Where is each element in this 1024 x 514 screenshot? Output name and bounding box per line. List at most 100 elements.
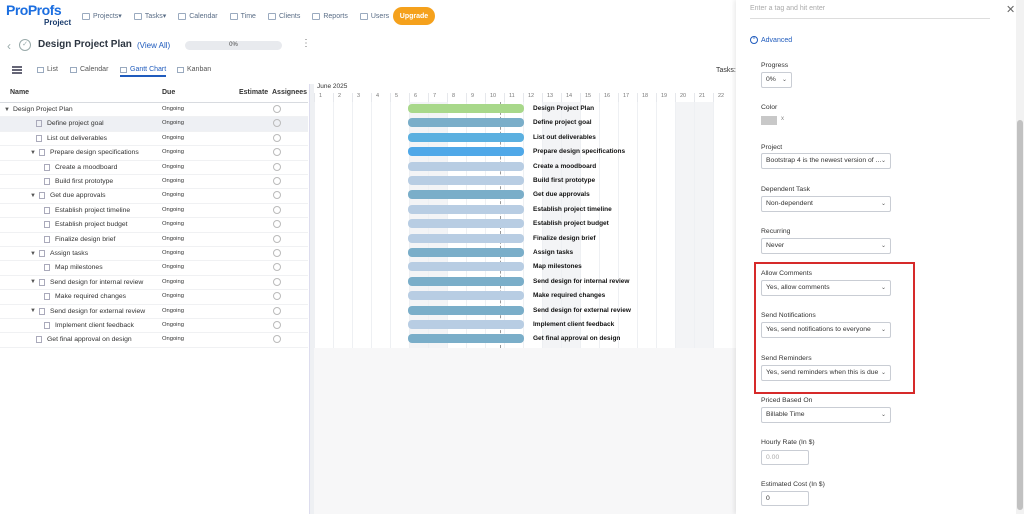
gantt-bar[interactable] bbox=[408, 204, 524, 214]
gantt-bar[interactable] bbox=[408, 233, 524, 243]
tab-kanban[interactable]: Kanban bbox=[177, 66, 211, 73]
collapse-triangle-icon[interactable]: ▼ bbox=[30, 279, 36, 285]
task-name-cell[interactable]: ▼ Send design for external review bbox=[30, 307, 145, 315]
assignee-avatar-icon[interactable] bbox=[273, 205, 281, 214]
gantt-bar[interactable] bbox=[408, 291, 524, 301]
close-icon[interactable]: ✕ bbox=[1006, 3, 1015, 16]
tab-gantt-chart[interactable]: Gantt Chart bbox=[120, 66, 167, 77]
assignee-avatar-icon[interactable] bbox=[273, 191, 281, 200]
nav-users[interactable]: Users bbox=[359, 9, 389, 23]
task-name-cell[interactable]: ▼ Prepare design specifications bbox=[30, 149, 139, 157]
gantt-bar[interactable] bbox=[408, 132, 524, 142]
collapse-triangle-icon[interactable]: ▼ bbox=[30, 308, 36, 314]
tag-input[interactable]: Enter a tag and hit enter bbox=[750, 5, 990, 19]
gantt-bar[interactable] bbox=[408, 276, 524, 286]
table-row[interactable]: Map milestones Ongoing bbox=[0, 261, 308, 276]
nav-projects[interactable]: Projects ▾ bbox=[82, 9, 122, 23]
table-row[interactable]: ▼ Send design for internal review Ongoing bbox=[0, 276, 308, 291]
complete-check-icon[interactable]: ✓ bbox=[19, 39, 31, 51]
task-name-cell[interactable]: Implement client feedback bbox=[44, 322, 134, 329]
assignee-avatar-icon[interactable] bbox=[273, 292, 281, 301]
task-name-cell[interactable]: ▼ Send design for internal review bbox=[30, 278, 143, 286]
proprofs-logo[interactable]: ProProfs Project bbox=[6, 3, 71, 29]
upgrade-button[interactable]: Upgrade bbox=[393, 7, 435, 25]
gantt-bar[interactable] bbox=[408, 118, 524, 128]
gantt-bar[interactable] bbox=[408, 190, 524, 200]
tab-calendar[interactable]: Calendar bbox=[70, 66, 108, 73]
nav-tasks[interactable]: Tasks ▾ bbox=[133, 9, 166, 23]
table-row[interactable]: Define project goal Ongoing bbox=[0, 117, 308, 132]
nav-calendar[interactable]: Calendar bbox=[178, 9, 218, 23]
gantt-bar[interactable] bbox=[408, 147, 524, 157]
gantt-bar[interactable] bbox=[408, 248, 524, 257]
nav-clients[interactable]: Clients bbox=[267, 9, 300, 23]
gantt-bar[interactable] bbox=[408, 262, 524, 272]
task-name-cell[interactable]: ▼ Get due approvals bbox=[30, 192, 106, 200]
col-header-name[interactable]: Name bbox=[10, 84, 29, 102]
task-name-cell[interactable]: Build first prototype bbox=[44, 178, 113, 185]
tab-list[interactable]: List bbox=[37, 66, 58, 73]
assignee-avatar-icon[interactable] bbox=[273, 234, 281, 243]
task-name-cell[interactable]: Finalize design brief bbox=[44, 235, 115, 243]
gantt-bar[interactable] bbox=[408, 219, 524, 229]
table-row[interactable]: Create a moodboard Ongoing bbox=[0, 161, 308, 175]
advanced-toggle[interactable]: ^ Advanced bbox=[750, 36, 792, 44]
table-row[interactable]: Build first prototype Ongoing bbox=[0, 175, 308, 190]
color-swatch[interactable] bbox=[761, 116, 777, 125]
collapse-triangle-icon[interactable]: ▼ bbox=[30, 150, 36, 156]
collapse-triangle-icon[interactable]: ▼ bbox=[4, 107, 10, 113]
task-name-cell[interactable]: Make required changes bbox=[44, 293, 126, 301]
col-header-assignees[interactable]: Assignees bbox=[272, 84, 307, 102]
assignee-avatar-icon[interactable] bbox=[273, 119, 281, 128]
recurring-select[interactable]: Never ⌄ bbox=[761, 238, 891, 254]
col-header-due[interactable]: Due bbox=[162, 84, 175, 102]
gantt-bar[interactable] bbox=[408, 176, 524, 185]
table-row[interactable]: ▼ Get due approvals Ongoing bbox=[0, 189, 308, 204]
table-row[interactable]: ▼ Send design for external review Ongoing bbox=[0, 305, 308, 319]
task-name-cell[interactable]: Create a moodboard bbox=[44, 163, 117, 171]
assignee-avatar-icon[interactable] bbox=[273, 263, 281, 272]
assignee-avatar-icon[interactable] bbox=[273, 177, 281, 185]
task-name-cell[interactable]: Establish project budget bbox=[44, 221, 128, 229]
progress-select[interactable]: 0% ⌄ bbox=[761, 72, 792, 88]
scrollbar-thumb[interactable] bbox=[1017, 120, 1023, 510]
priced-based-on-select[interactable]: Billable Time ⌄ bbox=[761, 407, 891, 423]
collapse-triangle-icon[interactable]: ▼ bbox=[30, 193, 36, 199]
color-clear[interactable]: x bbox=[781, 116, 784, 122]
assignee-avatar-icon[interactable] bbox=[273, 105, 281, 113]
gantt-bar[interactable] bbox=[408, 305, 524, 315]
assignee-avatar-icon[interactable] bbox=[273, 335, 281, 344]
col-header-estimate[interactable]: Estimate bbox=[239, 84, 268, 102]
table-row[interactable]: Establish project timeline Ongoing bbox=[0, 204, 308, 219]
table-row[interactable]: List out deliverables Ongoing bbox=[0, 132, 308, 147]
assignee-avatar-icon[interactable] bbox=[273, 321, 281, 329]
table-row[interactable]: Make required changes Ongoing bbox=[0, 290, 308, 305]
table-row[interactable]: ▼ Design Project Plan Ongoing bbox=[0, 103, 308, 118]
task-name-cell[interactable]: Define project goal bbox=[36, 120, 104, 128]
view-all-link[interactable]: (View All) bbox=[137, 41, 170, 50]
gantt-bar[interactable] bbox=[408, 320, 524, 329]
nav-reports[interactable]: Reports bbox=[312, 9, 348, 23]
back-chevron-icon[interactable]: ‹ bbox=[7, 39, 11, 53]
task-name-cell[interactable]: ▼ Assign tasks bbox=[30, 250, 88, 257]
task-name-cell[interactable]: ▼ Design Project Plan bbox=[4, 106, 73, 113]
gantt-bar[interactable] bbox=[408, 161, 524, 171]
estimated-cost-input[interactable]: 0 bbox=[761, 491, 809, 506]
table-row[interactable]: Finalize design brief Ongoing bbox=[0, 233, 308, 247]
table-row[interactable]: Implement client feedback Ongoing bbox=[0, 319, 308, 334]
project-select[interactable]: Bootstrap 4 is the newest version of ...… bbox=[761, 153, 891, 169]
nav-time[interactable]: Time bbox=[229, 9, 256, 23]
assignee-avatar-icon[interactable] bbox=[273, 220, 281, 229]
assignee-avatar-icon[interactable] bbox=[273, 277, 281, 286]
task-name-cell[interactable]: Establish project timeline bbox=[44, 206, 130, 214]
assignee-avatar-icon[interactable] bbox=[273, 162, 281, 171]
task-name-cell[interactable]: Get final approval on design bbox=[36, 336, 132, 344]
table-row[interactable]: ▼ Assign tasks Ongoing bbox=[0, 247, 308, 262]
hourly-rate-input[interactable]: 0.00 bbox=[761, 450, 809, 465]
task-name-cell[interactable]: Map milestones bbox=[44, 264, 103, 272]
assignee-avatar-icon[interactable] bbox=[273, 148, 281, 157]
assignee-avatar-icon[interactable] bbox=[273, 133, 281, 142]
table-row[interactable]: Get final approval on design Ongoing bbox=[0, 333, 308, 348]
gantt-bar[interactable] bbox=[408, 334, 524, 344]
table-row[interactable]: Establish project budget Ongoing bbox=[0, 218, 308, 233]
